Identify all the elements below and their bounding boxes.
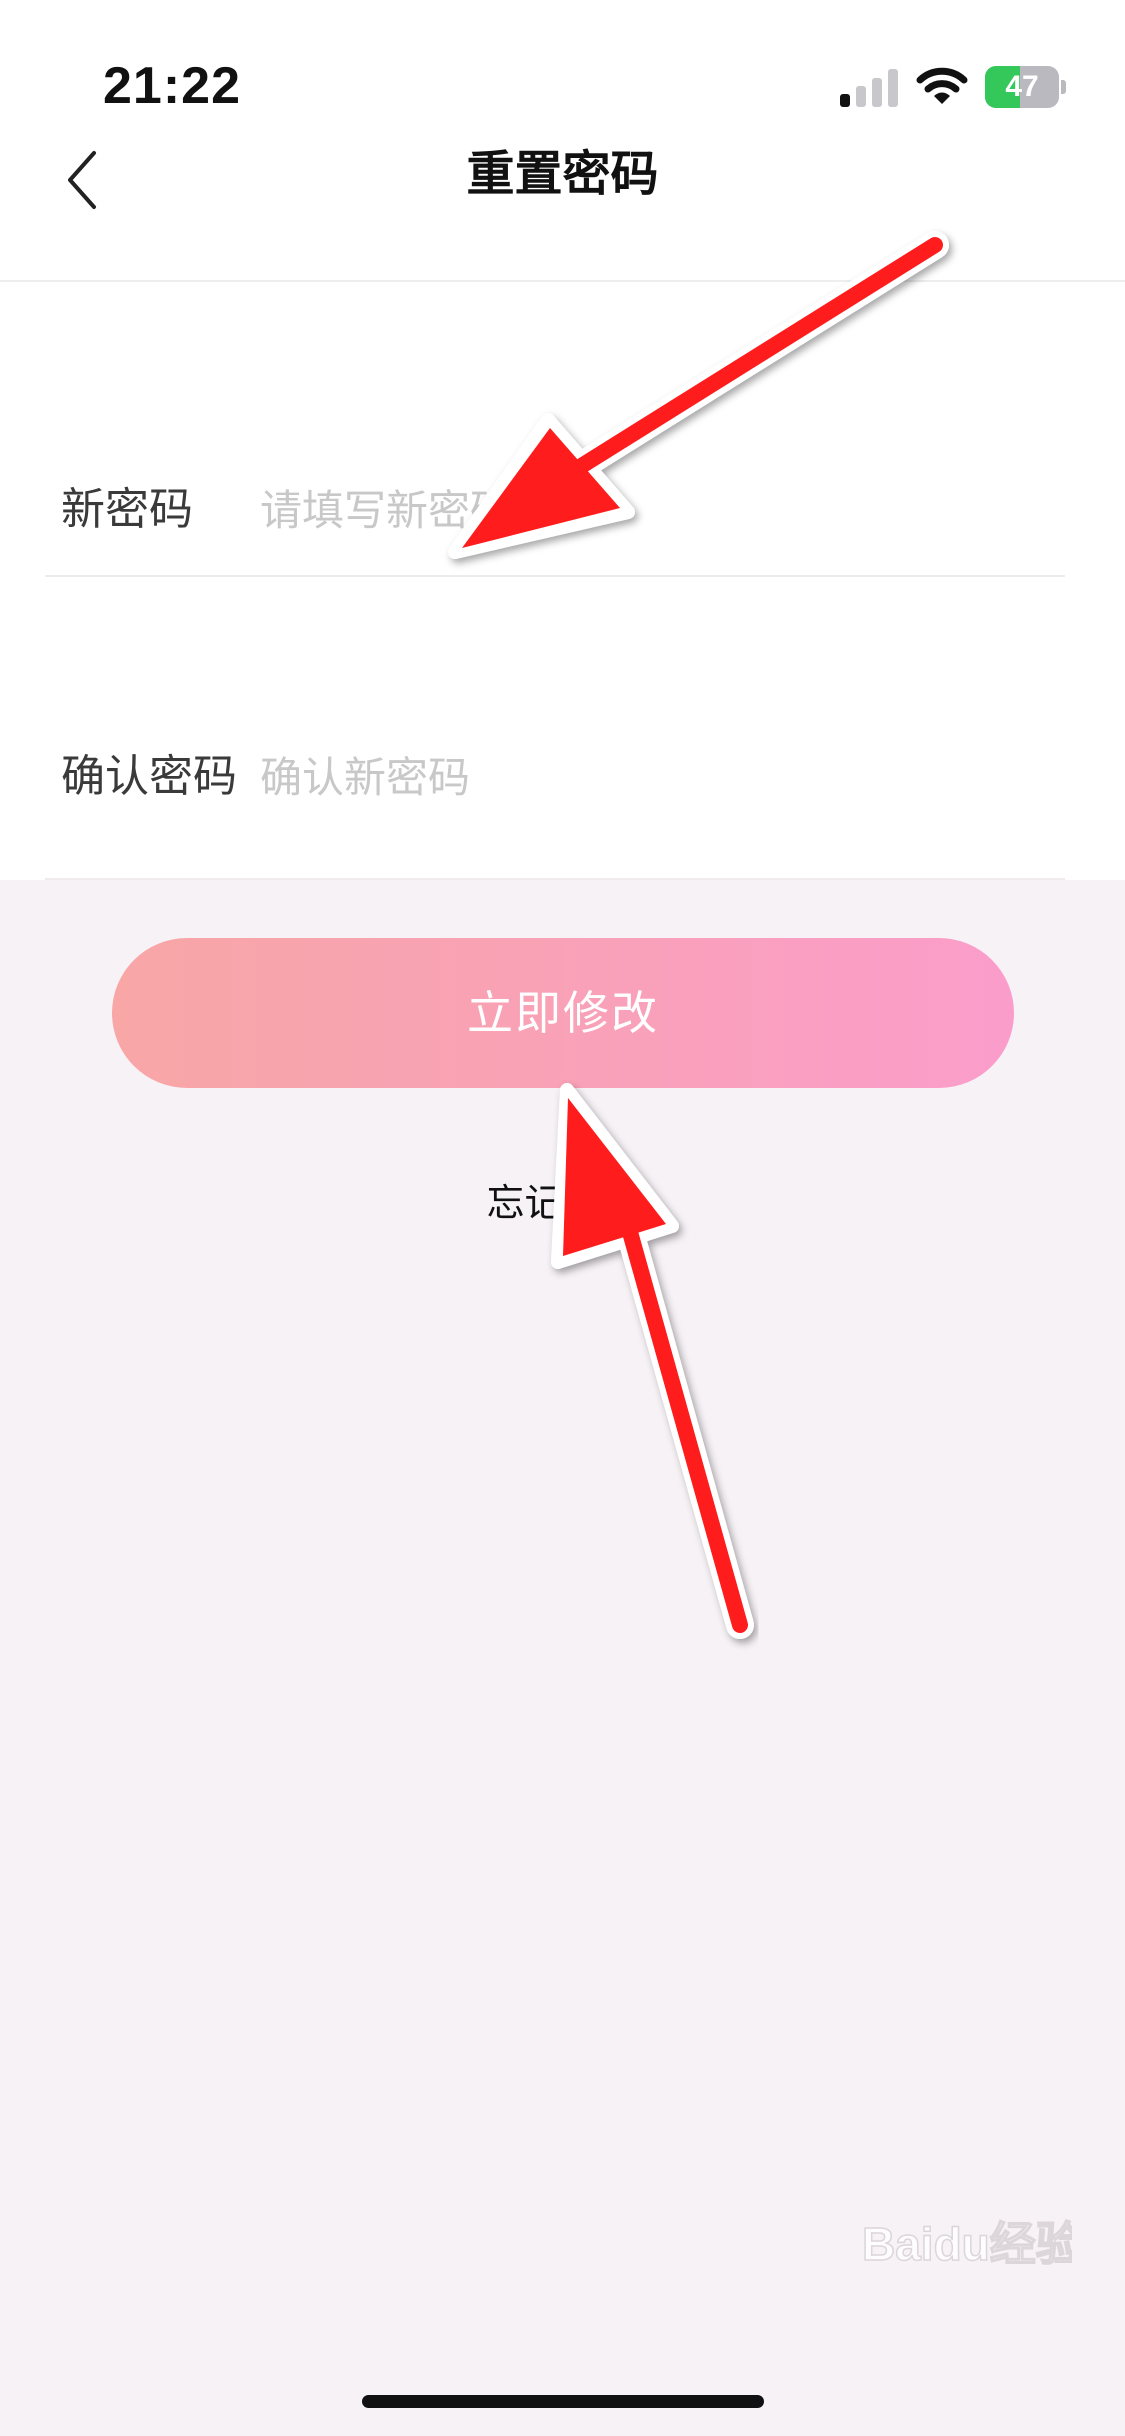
new-password-label: 新密码 [61, 484, 193, 535]
signal-icon [840, 69, 898, 107]
submit-button[interactable]: 立即修改 [112, 938, 1014, 1088]
battery-icon: 47 [985, 66, 1066, 108]
battery-level: 47 [1005, 70, 1039, 103]
home-indicator [362, 2395, 764, 2408]
forgot-password-link[interactable]: 忘记密码 [0, 1172, 1125, 1227]
new-password-input[interactable] [260, 475, 1040, 545]
status-bar: 21:22 47 [0, 0, 1125, 125]
status-time: 21:22 [103, 57, 241, 115]
confirm-password-row: 确认密码 [45, 712, 1065, 842]
page-title: 重置密码 [466, 146, 659, 202]
nav-bar: 重置密码 [0, 125, 1125, 282]
form-divider [45, 878, 1065, 880]
wifi-icon [916, 67, 968, 104]
confirm-password-input[interactable] [260, 742, 1040, 812]
confirm-password-label: 确认密码 [61, 751, 237, 802]
new-password-row: 新密码 [45, 445, 1065, 577]
watermark-text: Baidu经验 [862, 2218, 1072, 2270]
baidu-watermark: Baidu经验 [862, 2217, 1072, 2271]
